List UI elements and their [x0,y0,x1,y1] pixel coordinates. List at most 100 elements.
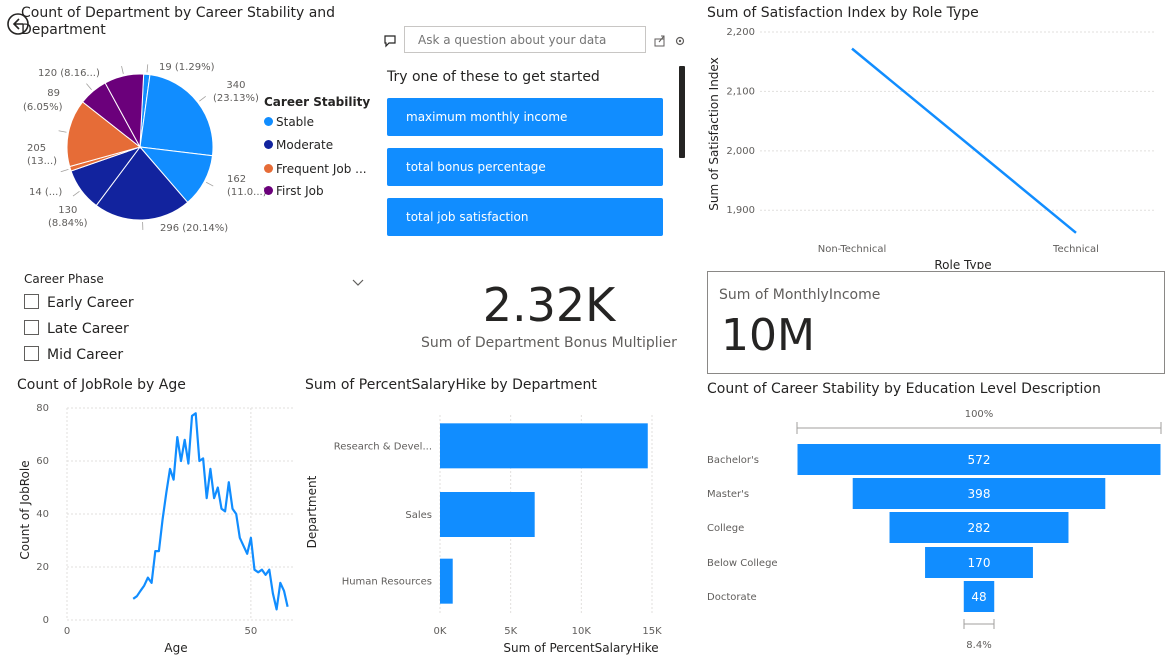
qa-share-icon[interactable] [653,32,667,47]
x-tick-label: 5K [504,626,517,637]
x-axis-title: Sum of PercentSalaryHike [503,641,658,655]
y-tick-label: 1,900 [726,205,755,216]
y-tick-label: 0 [43,615,49,626]
legend-item-stable[interactable]: Stable [264,115,314,129]
category-label: Human Resources [342,577,432,588]
x-axis-title: Role Type [934,258,991,269]
kpi-bonus-value: 2.32K [482,278,616,332]
hike-chart: 0K 5K 10K 15K Research & Devel... Sales Human … [305,415,662,655]
age-line [132,412,289,611]
pie-label-296: 296 (20.14%) [160,223,229,234]
y-tick-label: 20 [36,562,49,573]
pie-leader-line [146,64,149,73]
y-tick-label: 40 [36,509,49,520]
y-tick-label: 60 [36,456,49,467]
pie-label-205: 205 (13...) [27,143,58,167]
funnel-bottom-percent: 8.4% [966,640,991,651]
qa-question-input[interactable] [404,26,646,53]
funnel-value-label: 48 [971,590,986,604]
kpi-bonus-label: Sum of Department Bonus Multiplier [421,335,677,351]
pie-label-89-pct: (6.05%) [23,102,63,113]
age-chart: 80 60 40 20 0 0 50 Age Count of JobRole [18,403,295,655]
kpi-income-label: Sum of MonthlyIncome [719,287,881,303]
funnel-value-label: 282 [968,521,991,535]
legend-dot-moderate [264,140,273,149]
pie-leader-line [199,95,206,102]
legend-dot-stable [264,117,273,126]
pie-label-120: 120 (8.16...) [38,68,100,79]
qa-chat-icon[interactable] [383,33,397,48]
checkbox[interactable] [24,320,39,335]
funnel-value-label: 170 [968,556,991,570]
age-chart-title: Count of JobRole by Age [17,377,186,393]
pie-label-340: 340 (23.13%) [213,80,259,104]
pie-label-14: 14 (...) [29,187,63,198]
pie-label-19: 19 (1.29%) [159,62,215,73]
y-tick-label: 80 [36,403,49,414]
pie-label-130: 130 (8.84%) [48,205,88,229]
hike-bar [440,423,648,469]
pie-leader-line [86,83,92,90]
funnel-category-label: Bachelor's [707,455,759,466]
qa-suggestion-max-monthly-income[interactable]: maximum monthly income [387,98,663,136]
satisfaction-chart: 2,200 2,100 2,000 1,900 Non-Technical Technic… [707,27,1155,269]
category-label: Sales [405,510,432,521]
x-tick-label: Technical [1052,244,1099,255]
legend-item-first-job[interactable]: First Job [264,184,324,198]
legend-item-moderate[interactable]: Moderate [264,138,333,152]
legend-item-frequent-job[interactable]: Frequent Job ... [264,162,367,176]
category-label: Research & Devel... [334,441,432,452]
slicer-option-early-career[interactable]: Early Career [24,294,134,311]
pie-leader-line [58,130,67,133]
pie-leader-line [60,168,69,173]
kpi-income-value: 10M [721,310,815,361]
hike-bar [440,492,535,537]
y-tick-label: 2,200 [726,27,755,38]
qa-suggestion-total-bonus-percentage[interactable]: total bonus percentage [387,148,663,186]
funnel-chart-title: Count of Career Stability by Education L… [707,381,1101,397]
funnel-category-label: Master's [707,489,749,500]
pie-slice [139,74,214,157]
legend-dot-frequent-job [264,164,273,173]
y-axis-title: Count of JobRole [18,460,32,559]
pie-label-89: 89 [47,88,60,99]
y-axis-title: Sum of Satisfaction Index [707,57,721,210]
y-axis-title: Department [305,475,319,548]
checkbox[interactable] [24,346,39,361]
qa-scrollbar[interactable] [679,66,685,158]
y-tick-label: 2,100 [726,86,755,97]
x-axis-title: Age [164,641,187,655]
funnel-value-label: 398 [968,487,991,501]
pie-leader-line [121,65,124,74]
funnel-chart: 100% 572 Bachelor's 398 Master's 282 College 17… [707,409,1162,651]
slicer-option-mid-career[interactable]: Mid Career [24,346,123,363]
satisfaction-chart-title: Sum of Satisfaction Index by Role Type [707,5,979,21]
legend-dot-first-job [264,186,273,195]
pie-leader-line [205,181,214,187]
x-tick-label: 50 [245,626,258,637]
funnel-category-label: College [707,523,744,534]
pie-leader-line [72,190,80,197]
hike-bar [440,558,453,604]
x-tick-label: 15K [642,626,662,637]
slicer-title: Career Phase [24,272,104,286]
satisfaction-line [851,47,1077,234]
qa-settings-icon[interactable] [674,32,686,46]
qa-heading: Try one of these to get started [387,69,600,85]
x-tick-label: 0 [64,626,70,637]
slicer-chevron-down-icon[interactable] [352,272,364,286]
slicer-option-late-career[interactable]: Late Career [24,320,129,337]
y-tick-label: 2,000 [726,146,755,157]
kpi-income-card: Sum of MonthlyIncome 10M [707,271,1165,374]
checkbox[interactable] [24,294,39,309]
x-tick-label: Non-Technical [818,244,887,255]
x-tick-label: 10K [572,626,592,637]
x-tick-label: 0K [434,626,447,637]
pie-label-162: 162 (11.0...) [227,174,267,198]
funnel-category-label: Doctorate [707,592,757,603]
pie-legend-title: Career Stability [264,95,371,109]
hike-chart-title: Sum of PercentSalaryHike by Department [305,377,597,393]
funnel-top-percent: 100% [965,409,994,420]
funnel-category-label: Below College [707,558,778,569]
qa-suggestion-total-job-satisfaction[interactable]: total job satisfaction [387,198,663,236]
